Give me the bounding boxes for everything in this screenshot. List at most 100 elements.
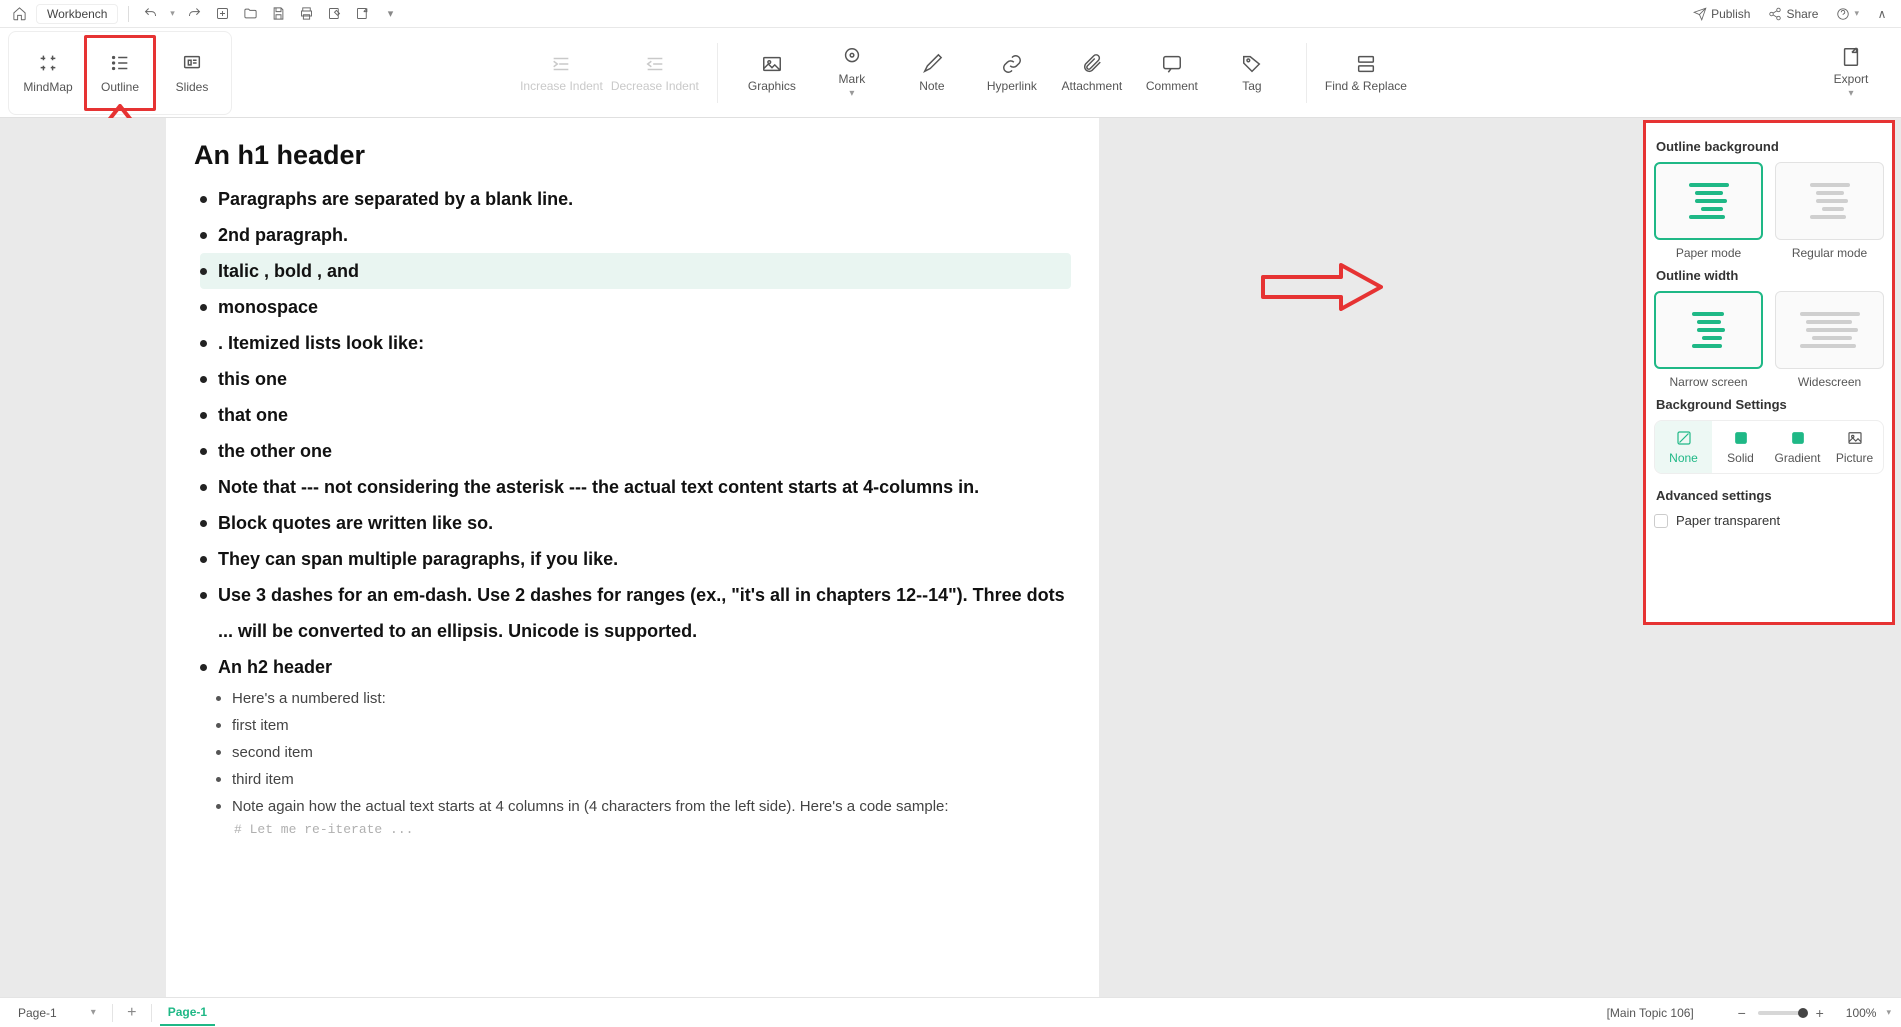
list-item[interactable]: Italic , bold , and (200, 253, 1071, 289)
list-item[interactable]: Note that --- not considering the asteri… (200, 469, 1071, 505)
bg-none-option[interactable]: None (1655, 421, 1712, 473)
page-title[interactable]: An h1 header (194, 140, 1071, 171)
mindmap-label: MindMap (23, 80, 72, 94)
list-item[interactable]: first item (216, 712, 1071, 739)
increase-indent-label: Increase Indent (520, 79, 603, 93)
page-selector-label: Page-1 (18, 1006, 57, 1020)
redo-button[interactable] (183, 3, 205, 25)
help-button[interactable]: ▾ (1830, 5, 1865, 23)
mark-button[interactable]: Mark ▾ (816, 36, 888, 110)
share-button[interactable]: Share (1762, 5, 1824, 23)
decrease-indent-button: Decrease Indent (611, 36, 699, 110)
bg-gradient-label: Gradient (1774, 451, 1820, 465)
list-item[interactable]: . Itemized lists look like: (200, 325, 1071, 361)
status-bar: Page-1 ▾ + Page-1 [Main Topic 106] − + 1… (0, 997, 1901, 1027)
zoom-controls: − + 100% ▾ (1734, 1005, 1891, 1021)
page-selector-caret: ▾ (91, 1007, 96, 1018)
more-dropdown[interactable]: ▾ (379, 3, 401, 25)
slides-tab[interactable]: Slides (156, 35, 228, 111)
top-bar: Workbench ▾ ▾ Publish Share ▾ ∧ (0, 0, 1901, 28)
save-button[interactable] (267, 3, 289, 25)
list-item[interactable]: Paragraphs are separated by a blank line… (200, 181, 1071, 217)
bg-picture-label: Picture (1836, 451, 1873, 465)
document-page[interactable]: An h1 header Paragraphs are separated by… (166, 118, 1099, 997)
attachment-label: Attachment (1062, 79, 1123, 93)
bg-gradient-option[interactable]: Gradient (1769, 421, 1826, 473)
share-label: Share (1786, 7, 1818, 21)
mindmap-tab[interactable]: MindMap (12, 35, 84, 111)
publish-label: Publish (1711, 7, 1750, 21)
list-item[interactable]: this one (200, 361, 1071, 397)
undo-dropdown[interactable]: ▾ (167, 3, 177, 25)
find-replace-button[interactable]: Find & Replace (1325, 36, 1407, 110)
outline-tab[interactable]: Outline (84, 35, 156, 111)
bg-none-label: None (1669, 451, 1698, 465)
section-title-outline-bg: Outline background (1656, 139, 1884, 154)
home-button[interactable] (8, 3, 30, 25)
graphics-button[interactable]: Graphics (736, 36, 808, 110)
background-options: None Solid Gradient Picture (1654, 420, 1884, 474)
list-item[interactable]: second item (216, 739, 1071, 766)
list-item[interactable]: that one (200, 397, 1071, 433)
mark-label: Mark (839, 72, 866, 86)
edit-button[interactable] (323, 3, 345, 25)
list-item[interactable]: Block quotes are written like so. (200, 505, 1071, 541)
bg-picture-option[interactable]: Picture (1826, 421, 1883, 473)
paper-transparent-row[interactable]: Paper transparent (1654, 513, 1884, 528)
ribbon: MindMap Outline Slides Increase Indent D… (0, 28, 1901, 118)
publish-button[interactable]: Publish (1687, 5, 1756, 23)
bg-solid-option[interactable]: Solid (1712, 421, 1769, 473)
zoom-value: 100% (1846, 1006, 1877, 1020)
list-item[interactable]: third item (216, 766, 1071, 793)
zoom-out-button[interactable]: − (1734, 1005, 1750, 1021)
paper-mode-option[interactable]: Paper mode (1654, 162, 1763, 260)
canvas-area[interactable]: An h1 header Paragraphs are separated by… (0, 118, 1643, 997)
outline-label: Outline (101, 80, 139, 94)
list-item[interactable]: They can span multiple paragraphs, if yo… (200, 541, 1071, 577)
section-title-outline-width: Outline width (1656, 268, 1884, 283)
comment-button[interactable]: Comment (1136, 36, 1208, 110)
export-quick-button[interactable] (351, 3, 373, 25)
paper-transparent-checkbox[interactable] (1654, 514, 1668, 528)
hyperlink-label: Hyperlink (987, 79, 1037, 93)
list-item[interactable]: Note again how the actual text starts at… (216, 793, 1071, 820)
context-info: [Main Topic 106] (1607, 1006, 1694, 1020)
undo-button[interactable] (139, 3, 161, 25)
list-item[interactable]: 2nd paragraph. (200, 217, 1071, 253)
page-tab-active[interactable]: Page-1 (160, 1000, 215, 1026)
bullet-list: Paragraphs are separated by a blank line… (200, 181, 1071, 685)
list-item[interactable]: monospace (200, 289, 1071, 325)
decrease-indent-label: Decrease Indent (611, 79, 699, 93)
zoom-slider[interactable] (1758, 1011, 1804, 1015)
note-button[interactable]: Note (896, 36, 968, 110)
regular-mode-option[interactable]: Regular mode (1775, 162, 1884, 260)
collapse-ribbon-button[interactable]: ∧ (1871, 3, 1893, 25)
regular-mode-label: Regular mode (1792, 246, 1867, 260)
tag-button[interactable]: Tag (1216, 36, 1288, 110)
list-item[interactable]: An h2 header (200, 649, 1071, 685)
attachment-button[interactable]: Attachment (1056, 36, 1128, 110)
increase-indent-button: Increase Indent (520, 36, 603, 110)
tag-label: Tag (1242, 79, 1261, 93)
export-button[interactable]: Export ▾ (1815, 36, 1887, 110)
zoom-caret[interactable]: ▾ (1886, 1007, 1891, 1018)
print-button[interactable] (295, 3, 317, 25)
wide-label: Widescreen (1798, 375, 1861, 389)
new-file-button[interactable] (211, 3, 233, 25)
list-item[interactable]: Use 3 dashes for an em-dash. Use 2 dashe… (200, 577, 1071, 649)
narrow-screen-option[interactable]: Narrow screen (1654, 291, 1763, 389)
zoom-in-button[interactable]: + (1812, 1005, 1828, 1021)
page-selector[interactable]: Page-1 ▾ (10, 1003, 104, 1023)
ribbon-buttons: Increase Indent Decrease Indent Graphics… (232, 36, 1815, 110)
widescreen-option[interactable]: Widescreen (1775, 291, 1884, 389)
paper-mode-label: Paper mode (1676, 246, 1741, 260)
hyperlink-button[interactable]: Hyperlink (976, 36, 1048, 110)
open-file-button[interactable] (239, 3, 261, 25)
annotation-arrow-panel (1261, 263, 1383, 316)
paper-transparent-label: Paper transparent (1676, 513, 1780, 528)
list-item[interactable]: Here's a numbered list: (216, 685, 1071, 712)
mark-caret: ▾ (849, 88, 854, 99)
add-page-button[interactable]: + (121, 1002, 143, 1024)
list-item[interactable]: the other one (200, 433, 1071, 469)
code-line[interactable]: # Let me re-iterate ... (234, 822, 1071, 837)
